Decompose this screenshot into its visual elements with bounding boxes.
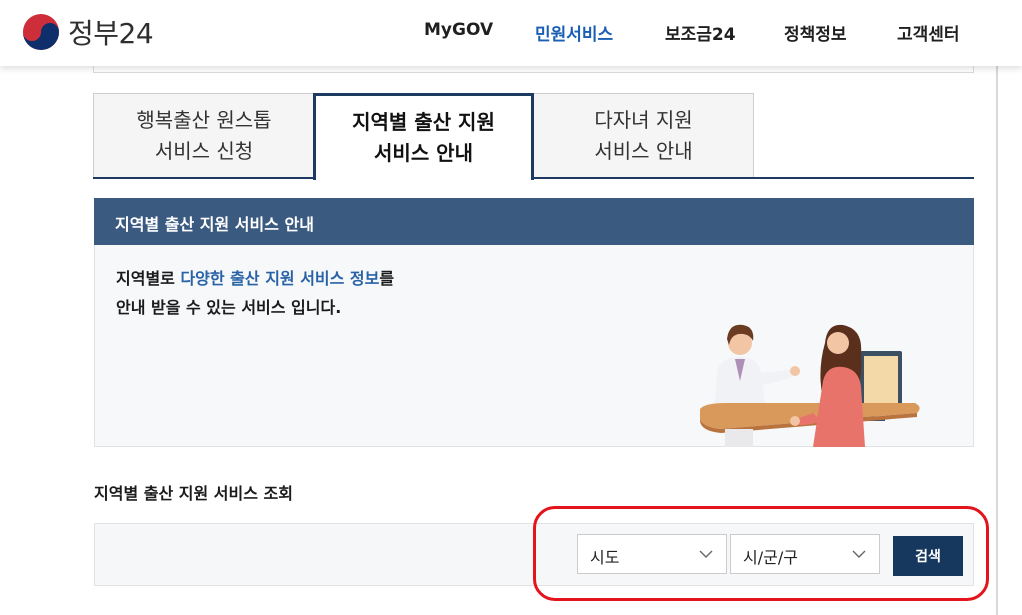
desc-suffix: 를 xyxy=(379,269,395,288)
nav-subsidy24[interactable]: 보조금24 xyxy=(665,20,736,45)
tab-multi-child-support[interactable]: 다자녀 지원 서비스 안내 xyxy=(533,93,754,178)
nav-policy-info[interactable]: 정책정보 xyxy=(784,20,847,45)
desc-prefix: 지역별로 xyxy=(116,269,181,288)
government-emblem-icon xyxy=(22,13,60,51)
tab-label-line2: 서비스 안내 xyxy=(594,138,693,163)
tab-label-line1: 다자녀 지원 xyxy=(594,107,693,132)
nav-mygov[interactable]: MyGOV xyxy=(424,20,493,40)
page-scrollbar-track xyxy=(996,66,998,615)
panel-body: 지역별로 다양한 출산 지원 서비스 정보를 안내 받을 수 있는 서비스 입니… xyxy=(94,245,974,447)
tab-label-line2: 서비스 신청 xyxy=(154,138,254,163)
panel-title: 지역별 출산 지원 서비스 안내 xyxy=(94,198,974,245)
nav-civil-services[interactable]: 민원서비스 xyxy=(535,20,613,45)
logo-text: 정부24 xyxy=(68,17,154,50)
tab-label-line1: 지역별 출산 지원 xyxy=(352,110,495,134)
service-description: 지역별로 다양한 출산 지원 서비스 정보를 안내 받을 수 있는 서비스 입니… xyxy=(116,264,394,322)
desc-highlight: 다양한 출산 지원 서비스 정보 xyxy=(180,269,380,288)
tab-label-line2: 서비스 안내 xyxy=(374,141,473,165)
desc-line2: 안내 받을 수 있는 서비스 입니다. xyxy=(116,298,342,317)
red-highlight-annotation xyxy=(533,506,989,601)
site-header: 정부24 MyGOV 민원서비스 보조금24 정책정보 고객센터 xyxy=(0,0,1022,66)
tab-regional-birth-support[interactable]: 지역별 출산 지원 서비스 안내 xyxy=(313,93,534,180)
nav-customer-center[interactable]: 고객센터 xyxy=(897,20,960,45)
tab-happy-birth-one-stop[interactable]: 행복출산 원스톱 서비스 신청 xyxy=(93,93,315,178)
site-logo[interactable]: 정부24 xyxy=(22,12,154,52)
search-section-title: 지역별 출산 지원 서비스 조회 xyxy=(94,484,293,503)
consultation-illustration xyxy=(700,324,920,447)
tab-label-line1: 행복출산 원스톱 xyxy=(136,107,272,132)
